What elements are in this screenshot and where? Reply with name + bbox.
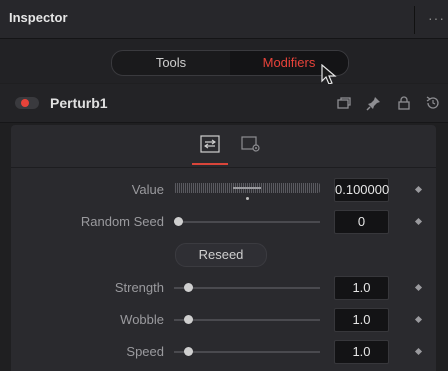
value-field[interactable]: 0.100000 xyxy=(334,178,389,202)
wobble-slider[interactable] xyxy=(174,319,320,321)
strength-slider-thumb[interactable] xyxy=(184,283,194,292)
pin-icon[interactable] xyxy=(366,95,382,111)
speed-label: Speed xyxy=(126,344,164,359)
options-menu-icon[interactable]: ··· xyxy=(428,10,445,26)
strength-row: Strength 1.0 xyxy=(11,273,436,303)
lock-icon[interactable] xyxy=(396,95,412,111)
random-seed-slider[interactable] xyxy=(174,221,320,223)
wobble-label: Wobble xyxy=(120,312,164,327)
title-divider xyxy=(414,6,415,34)
node-name: Perturb1 xyxy=(50,95,108,111)
speed-keyframe-icon[interactable] xyxy=(414,347,423,356)
node-enable-toggle[interactable] xyxy=(15,97,39,109)
speed-slider[interactable] xyxy=(174,351,320,353)
wobble-keyframe-icon[interactable] xyxy=(414,315,423,324)
reset-icon[interactable] xyxy=(425,95,441,111)
thumbwheel-marker xyxy=(246,197,249,200)
panel-title: Inspector xyxy=(9,10,68,25)
inspector-titlebar: Inspector ··· xyxy=(0,0,448,39)
controls-tab-icon[interactable] xyxy=(200,135,220,153)
toggle-knob xyxy=(21,99,29,107)
random-seed-keyframe-icon[interactable] xyxy=(414,217,423,226)
value-row: Value 0.100000 xyxy=(11,175,436,205)
reseed-row: Reseed xyxy=(11,240,436,270)
speed-row: Speed 1.0 xyxy=(11,337,436,367)
controls-panel: Value 0.100000 Random Seed 0 Reseed Stre… xyxy=(11,125,436,371)
reseed-button[interactable]: Reseed xyxy=(175,243,267,267)
wobble-row: Wobble 1.0 xyxy=(11,305,436,335)
value-keyframe-icon[interactable] xyxy=(414,185,423,194)
random-seed-label: Random Seed xyxy=(80,214,164,229)
value-thumbwheel[interactable] xyxy=(174,183,320,193)
active-tab-indicator xyxy=(192,163,228,165)
controls-tabbar xyxy=(11,125,436,168)
strength-label: Strength xyxy=(114,280,164,295)
inspector-toolbar: Tools Modifiers xyxy=(0,39,448,83)
random-seed-slider-thumb[interactable] xyxy=(174,217,183,226)
strength-slider[interactable] xyxy=(174,287,320,289)
value-label: Value xyxy=(131,182,164,197)
settings-tab-icon[interactable] xyxy=(241,135,261,153)
random-seed-field[interactable]: 0 xyxy=(334,210,389,234)
strength-keyframe-icon[interactable] xyxy=(414,283,423,292)
tools-tab[interactable]: Tools xyxy=(112,51,230,75)
random-seed-row: Random Seed 0 xyxy=(11,207,436,237)
thumbwheel-center xyxy=(233,187,261,189)
wobble-slider-thumb[interactable] xyxy=(184,315,194,324)
speed-field[interactable]: 1.0 xyxy=(334,340,389,364)
speed-slider-thumb[interactable] xyxy=(184,347,194,356)
node-header: Perturb1 xyxy=(0,84,448,123)
strength-field[interactable]: 1.0 xyxy=(334,276,389,300)
wobble-field[interactable]: 1.0 xyxy=(334,308,389,332)
tools-modifiers-switch: Tools Modifiers xyxy=(111,50,349,76)
arrow-cursor-icon xyxy=(321,64,337,85)
node-version-icon[interactable] xyxy=(336,95,352,111)
